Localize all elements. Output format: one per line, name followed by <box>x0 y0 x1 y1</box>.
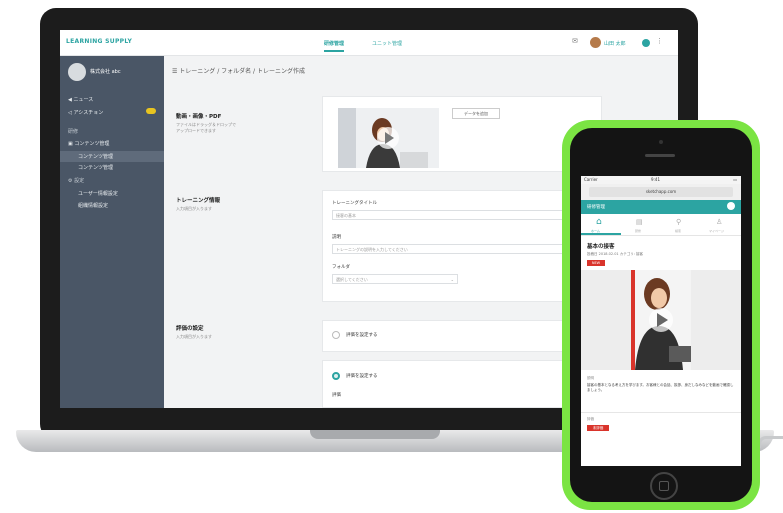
user-name[interactable]: 山田 太郎 <box>604 40 626 47</box>
tab-training[interactable]: 研修管理 <box>324 40 345 52</box>
section-info-desc: 入力項目が入ります <box>176 206 212 211</box>
desc-field-label: 説明 <box>332 235 341 240</box>
sidebar-item-label: アシスチョン <box>73 110 104 116</box>
sidebar-item-org-settings[interactable]: 組織情報設定 <box>78 202 108 209</box>
tab-mypage[interactable]: ♙ マイページ <box>701 214 741 235</box>
phone-header-title: 研修管理 <box>587 205 605 210</box>
tab-unit[interactable]: ユニット管理 <box>372 40 402 47</box>
home-button-icon <box>659 481 669 491</box>
body-text: 接客の基本となる考え方を学びます。お客様との会話、挨拶、身だしなみなどを動画で確… <box>587 383 734 392</box>
sidebar-item-assistant[interactable]: ◁ アシスチョン <box>68 109 103 116</box>
tab-training-label: 研修 <box>635 229 642 233</box>
help-icon[interactable] <box>642 39 650 47</box>
phone-app-header: 研修管理 <box>581 200 741 214</box>
phone-speaker <box>645 154 675 157</box>
book-icon: ▤ <box>636 218 643 226</box>
folder-field-label: フォルダ <box>332 265 350 270</box>
phone-video-still <box>581 270 741 370</box>
tab-home[interactable]: ⌂ ホーム <box>581 214 621 235</box>
folder-select[interactable]: 選択してください ⌄ <box>332 274 458 284</box>
carrier: Carrier <box>584 177 598 182</box>
app-logo[interactable]: LEARNING SUPPLY <box>66 38 132 45</box>
user-avatar[interactable] <box>590 37 601 48</box>
more-menu-icon[interactable]: ⋮ <box>656 37 663 45</box>
notification-icon[interactable]: ✉ <box>572 37 578 45</box>
status-bar: Carrier 9:41 ▭ <box>581 176 741 184</box>
sidebar-item-news[interactable]: ◀ ニュース <box>68 96 93 103</box>
company-name: 株式会社 abc <box>90 69 121 75</box>
sidebar-section-settings: ⚙ 設定 <box>68 178 85 184</box>
tab-search-label: 検索 <box>675 229 682 233</box>
app-header: LEARNING SUPPLY 研修管理 ユニット管理 ✉ 山田 太郎 ⋮ <box>60 30 678 56</box>
sidebar-item-user-settings[interactable]: ユーザー情報設定 <box>78 190 118 197</box>
phone-screen: Carrier 9:41 ▭ sketchapp.com 研修管理 ⌂ ホーム … <box>581 176 741 466</box>
sidebar: 株式会社 abc ◀ ニュース ◁ アシスチョン 研修 ▣ コンテンツ管理 コン… <box>60 56 164 408</box>
section-media-desc: ファイルはドラッグ＆ドロップで アップロードできます <box>176 122 236 133</box>
sidebar-item-label: 設定 <box>74 178 85 184</box>
breadcrumb: ☰ トレーニング / フォルダ名 / トレーニング作成 <box>172 66 305 75</box>
title-field-label: トレーニングタイトル <box>332 201 377 206</box>
new-tag: NEW <box>587 260 605 266</box>
eval-option-2: 評価を設定する <box>346 374 378 379</box>
phone-video[interactable] <box>581 270 741 370</box>
laptop-notch <box>310 430 440 439</box>
article-meta: 投稿日 2018.02.01 カテゴリ: 接客 <box>587 252 644 256</box>
phone-nav-tabs: ⌂ ホーム ▤ 研修 ⚲ 検索 ♙ マイページ <box>581 214 741 236</box>
eval-radio-2[interactable] <box>332 372 340 380</box>
section-info-title: トレーニング情報 <box>176 198 221 204</box>
home-icon: ⌂ <box>596 217 602 227</box>
add-data-button[interactable]: データを追加 <box>452 108 500 119</box>
tab-mypage-label: マイページ <box>709 229 724 233</box>
folder-select-value: 選択してください <box>336 277 368 282</box>
video-thumbnail[interactable] <box>338 108 439 168</box>
sidebar-section-training: 研修 <box>68 129 79 135</box>
company-avatar <box>68 63 86 81</box>
body-label: 説明 <box>587 376 594 380</box>
sidebar-item-content-active[interactable]: コンテンツ管理 <box>60 151 164 162</box>
url-field[interactable]: sketchapp.com <box>589 187 733 197</box>
clock: 9:41 <box>651 177 660 182</box>
tab-training-phone[interactable]: ▤ 研修 <box>621 214 661 235</box>
phone-menu-icon[interactable] <box>727 202 735 210</box>
tab-home-label: ホーム <box>591 229 600 233</box>
video-still-image <box>338 108 439 168</box>
browser-bar: sketchapp.com <box>581 184 741 200</box>
battery-icon: ▭ <box>733 177 737 182</box>
divider <box>581 412 741 413</box>
article-title: 基本の接客 <box>587 244 615 250</box>
tab-search[interactable]: ⚲ 検索 <box>661 214 701 235</box>
notification-badge <box>146 108 156 114</box>
cable <box>758 436 783 448</box>
eval-radio-1[interactable] <box>332 331 340 339</box>
sidebar-item-content-sub[interactable]: コンテンツ管理 <box>78 164 113 171</box>
footer-label: 評価 <box>587 417 594 421</box>
search-icon: ⚲ <box>676 218 682 226</box>
sidebar-item-content[interactable]: ▣ コンテンツ管理 <box>68 140 109 147</box>
status-tag: 未評価 <box>587 425 609 431</box>
sidebar-item-label: ニュース <box>73 97 94 103</box>
section-media-title: 動画・画像・PDF <box>176 114 222 120</box>
eval-option-1: 評価を設定する <box>346 333 378 338</box>
eval-sub-label: 評価 <box>332 393 341 398</box>
user-icon: ♙ <box>716 218 723 226</box>
section-eval-desc: 入力項目が入ります <box>176 334 212 339</box>
phone-camera <box>659 140 663 144</box>
chevron-down-icon: ⌄ <box>450 277 454 282</box>
breadcrumb-text: トレーニング / フォルダ名 / トレーニング作成 <box>179 68 305 75</box>
section-eval-title: 評価の設定 <box>176 326 204 332</box>
sidebar-item-label: コンテンツ管理 <box>74 141 110 147</box>
